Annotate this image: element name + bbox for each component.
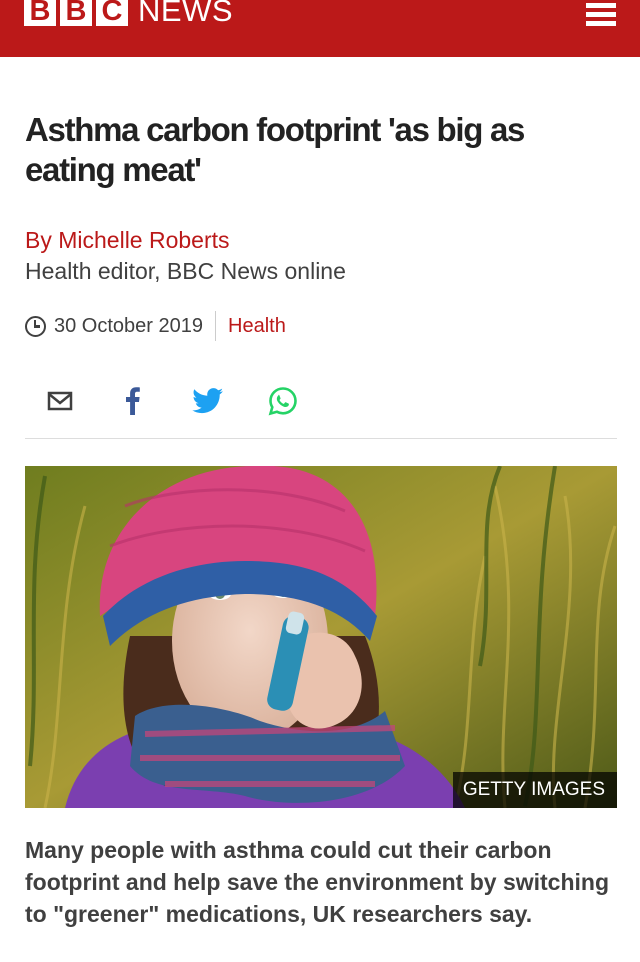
article-date: 30 October 2019 — [54, 314, 203, 337]
logo-letter-b1: B — [24, 0, 56, 26]
logo-news-text: NEWS — [138, 0, 233, 28]
share-divider — [25, 438, 617, 439]
article-intro: Many people with asthma could cut their … — [25, 837, 610, 927]
facebook-icon[interactable] — [120, 384, 146, 418]
share-bar — [0, 384, 640, 418]
byline-author[interactable]: By Michelle Roberts — [25, 226, 230, 254]
logo-letter-b2: B — [60, 0, 92, 26]
logo-letter-c: C — [96, 0, 128, 26]
child-using-inhaler-photo — [25, 466, 617, 808]
topic-link-health[interactable]: Health — [228, 315, 286, 338]
clock-icon — [25, 315, 46, 337]
meta-divider — [215, 311, 216, 341]
image-credit: GETTY IMAGES — [452, 772, 617, 808]
article-meta: 30 October 2019 Health — [25, 311, 286, 341]
site-header: B B C NEWS — [0, 0, 640, 57]
email-icon[interactable] — [45, 384, 75, 418]
byline-role: Health editor, BBC News online — [25, 258, 346, 284]
bbc-news-logo[interactable]: B B C NEWS — [24, 0, 233, 26]
article-image[interactable]: GETTY IMAGES — [25, 466, 617, 808]
article-headline: Asthma carbon footprint 'as big as eatin… — [25, 111, 525, 188]
whatsapp-icon[interactable] — [266, 384, 300, 418]
twitter-icon[interactable] — [190, 384, 226, 418]
hamburger-menu-icon[interactable] — [586, 0, 616, 28]
